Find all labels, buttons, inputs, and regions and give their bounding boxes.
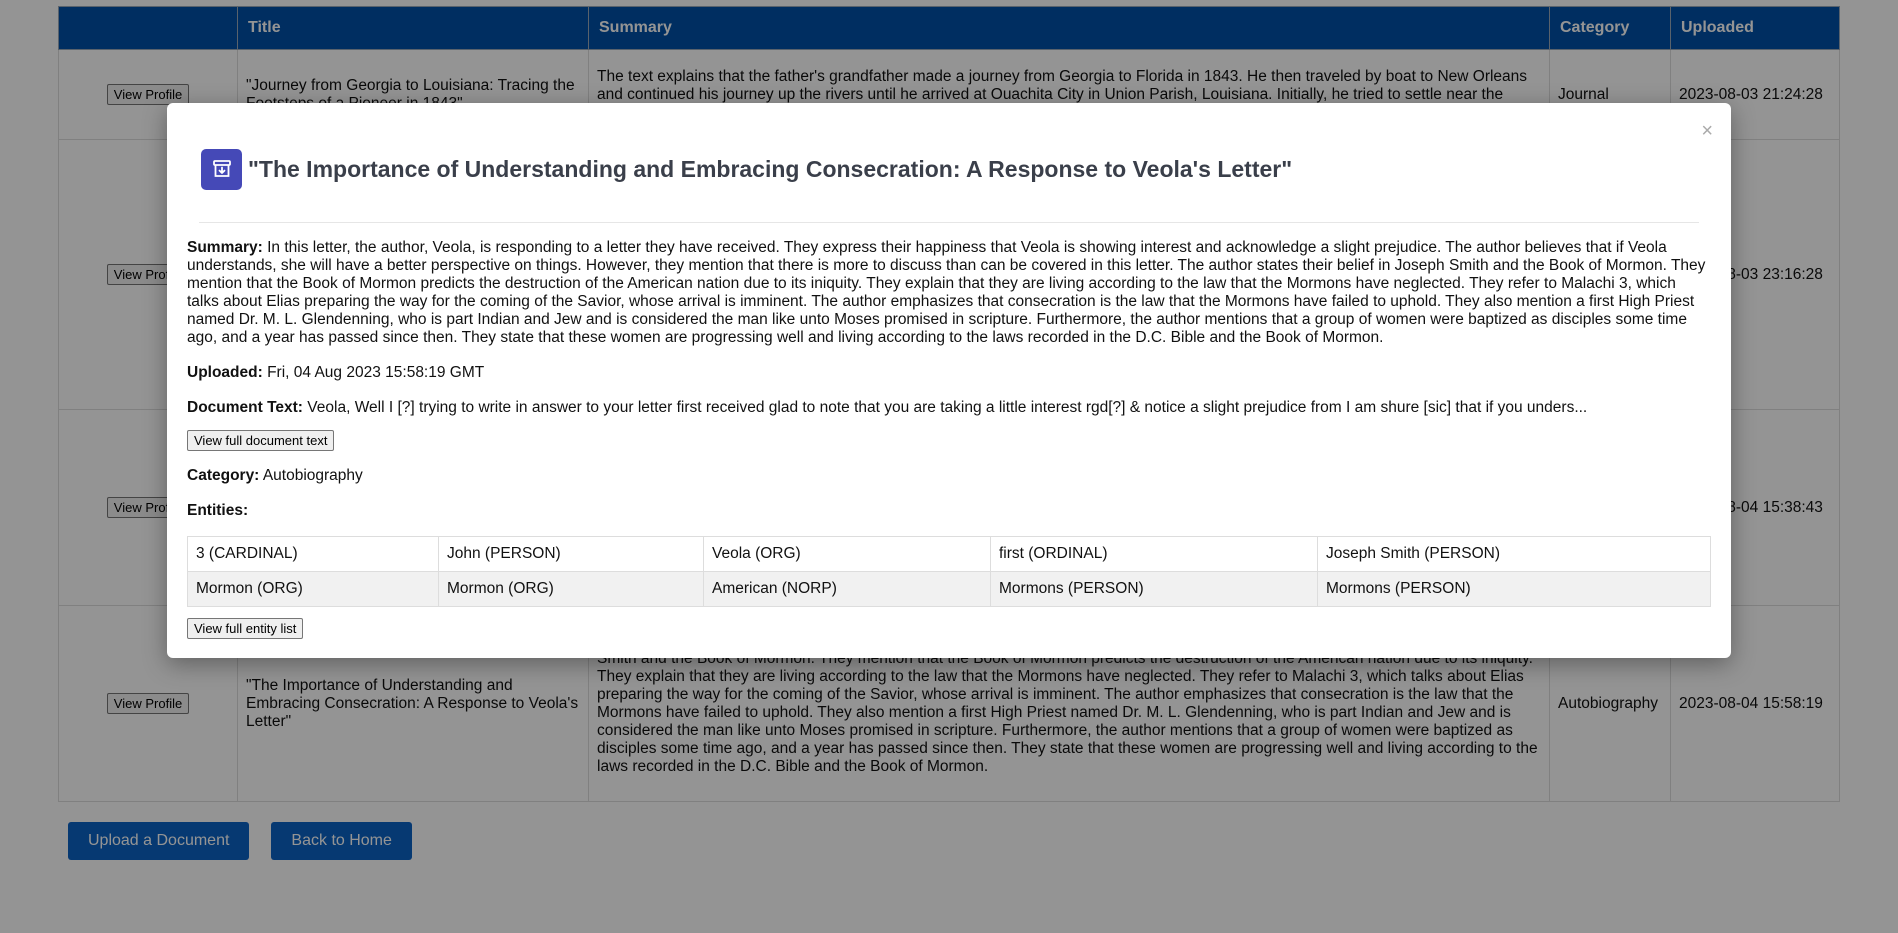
- entity-cell: Joseph Smith (PERSON): [1317, 536, 1711, 572]
- documents-page: Title Summary Category Uploaded View Pro…: [0, 0, 1898, 933]
- entity-cell: Veola (ORG): [703, 536, 991, 572]
- document-details-modal: × "The Importance of Understanding and E…: [167, 103, 1731, 658]
- header-divider: [199, 222, 1699, 223]
- entity-cell: American (NORP): [703, 571, 991, 607]
- summary-section: Summary: In this letter, the author, Veo…: [187, 239, 1711, 347]
- category-section: Category: Autobiography: [187, 467, 1711, 485]
- summary-text: In this letter, the author, Veola, is re…: [187, 239, 1706, 346]
- entity-cell: Mormons (PERSON): [990, 571, 1318, 607]
- entity-cell: John (PERSON): [438, 536, 704, 572]
- close-icon[interactable]: ×: [1701, 121, 1713, 141]
- entity-cell: Mormon (ORG): [438, 571, 704, 607]
- entities-section: Entities:: [187, 502, 1711, 520]
- entity-row: Mormon (ORG) Mormon (ORG) American (NORP…: [187, 571, 1711, 607]
- entity-cell: Mormon (ORG): [187, 571, 439, 607]
- document-text-preview: Veola, Well I [?] trying to write in ans…: [307, 399, 1588, 416]
- entity-row: 3 (CARDINAL) John (PERSON) Veola (ORG) f…: [187, 536, 1711, 572]
- download-box-icon: [201, 148, 242, 190]
- category-value: Autobiography: [262, 467, 363, 484]
- entity-cell: first (ORDINAL): [990, 536, 1318, 572]
- uploaded-value: Fri, 04 Aug 2023 15:58:19 GMT: [267, 364, 485, 381]
- entities-table: 3 (CARDINAL) John (PERSON) Veola (ORG) f…: [187, 536, 1711, 607]
- entities-label: Entities:: [187, 502, 249, 519]
- document-text-section: Document Text: Veola, Well I [?] trying …: [187, 399, 1711, 417]
- entity-cell: Mormons (PERSON): [1317, 571, 1711, 607]
- uploaded-label: Uploaded:: [187, 364, 263, 381]
- entity-cell: 3 (CARDINAL): [187, 536, 439, 572]
- view-full-text-button[interactable]: View full document text: [187, 430, 335, 451]
- uploaded-section: Uploaded: Fri, 04 Aug 2023 15:58:19 GMT: [187, 364, 1711, 382]
- modal-title: "The Importance of Understanding and Emb…: [248, 155, 1293, 182]
- category-label: Category:: [187, 467, 260, 484]
- summary-label: Summary:: [187, 239, 263, 256]
- view-full-entities-button[interactable]: View full entity list: [187, 618, 304, 639]
- document-text-label: Document Text:: [187, 399, 303, 416]
- modal-header: "The Importance of Understanding and Emb…: [187, 103, 1711, 218]
